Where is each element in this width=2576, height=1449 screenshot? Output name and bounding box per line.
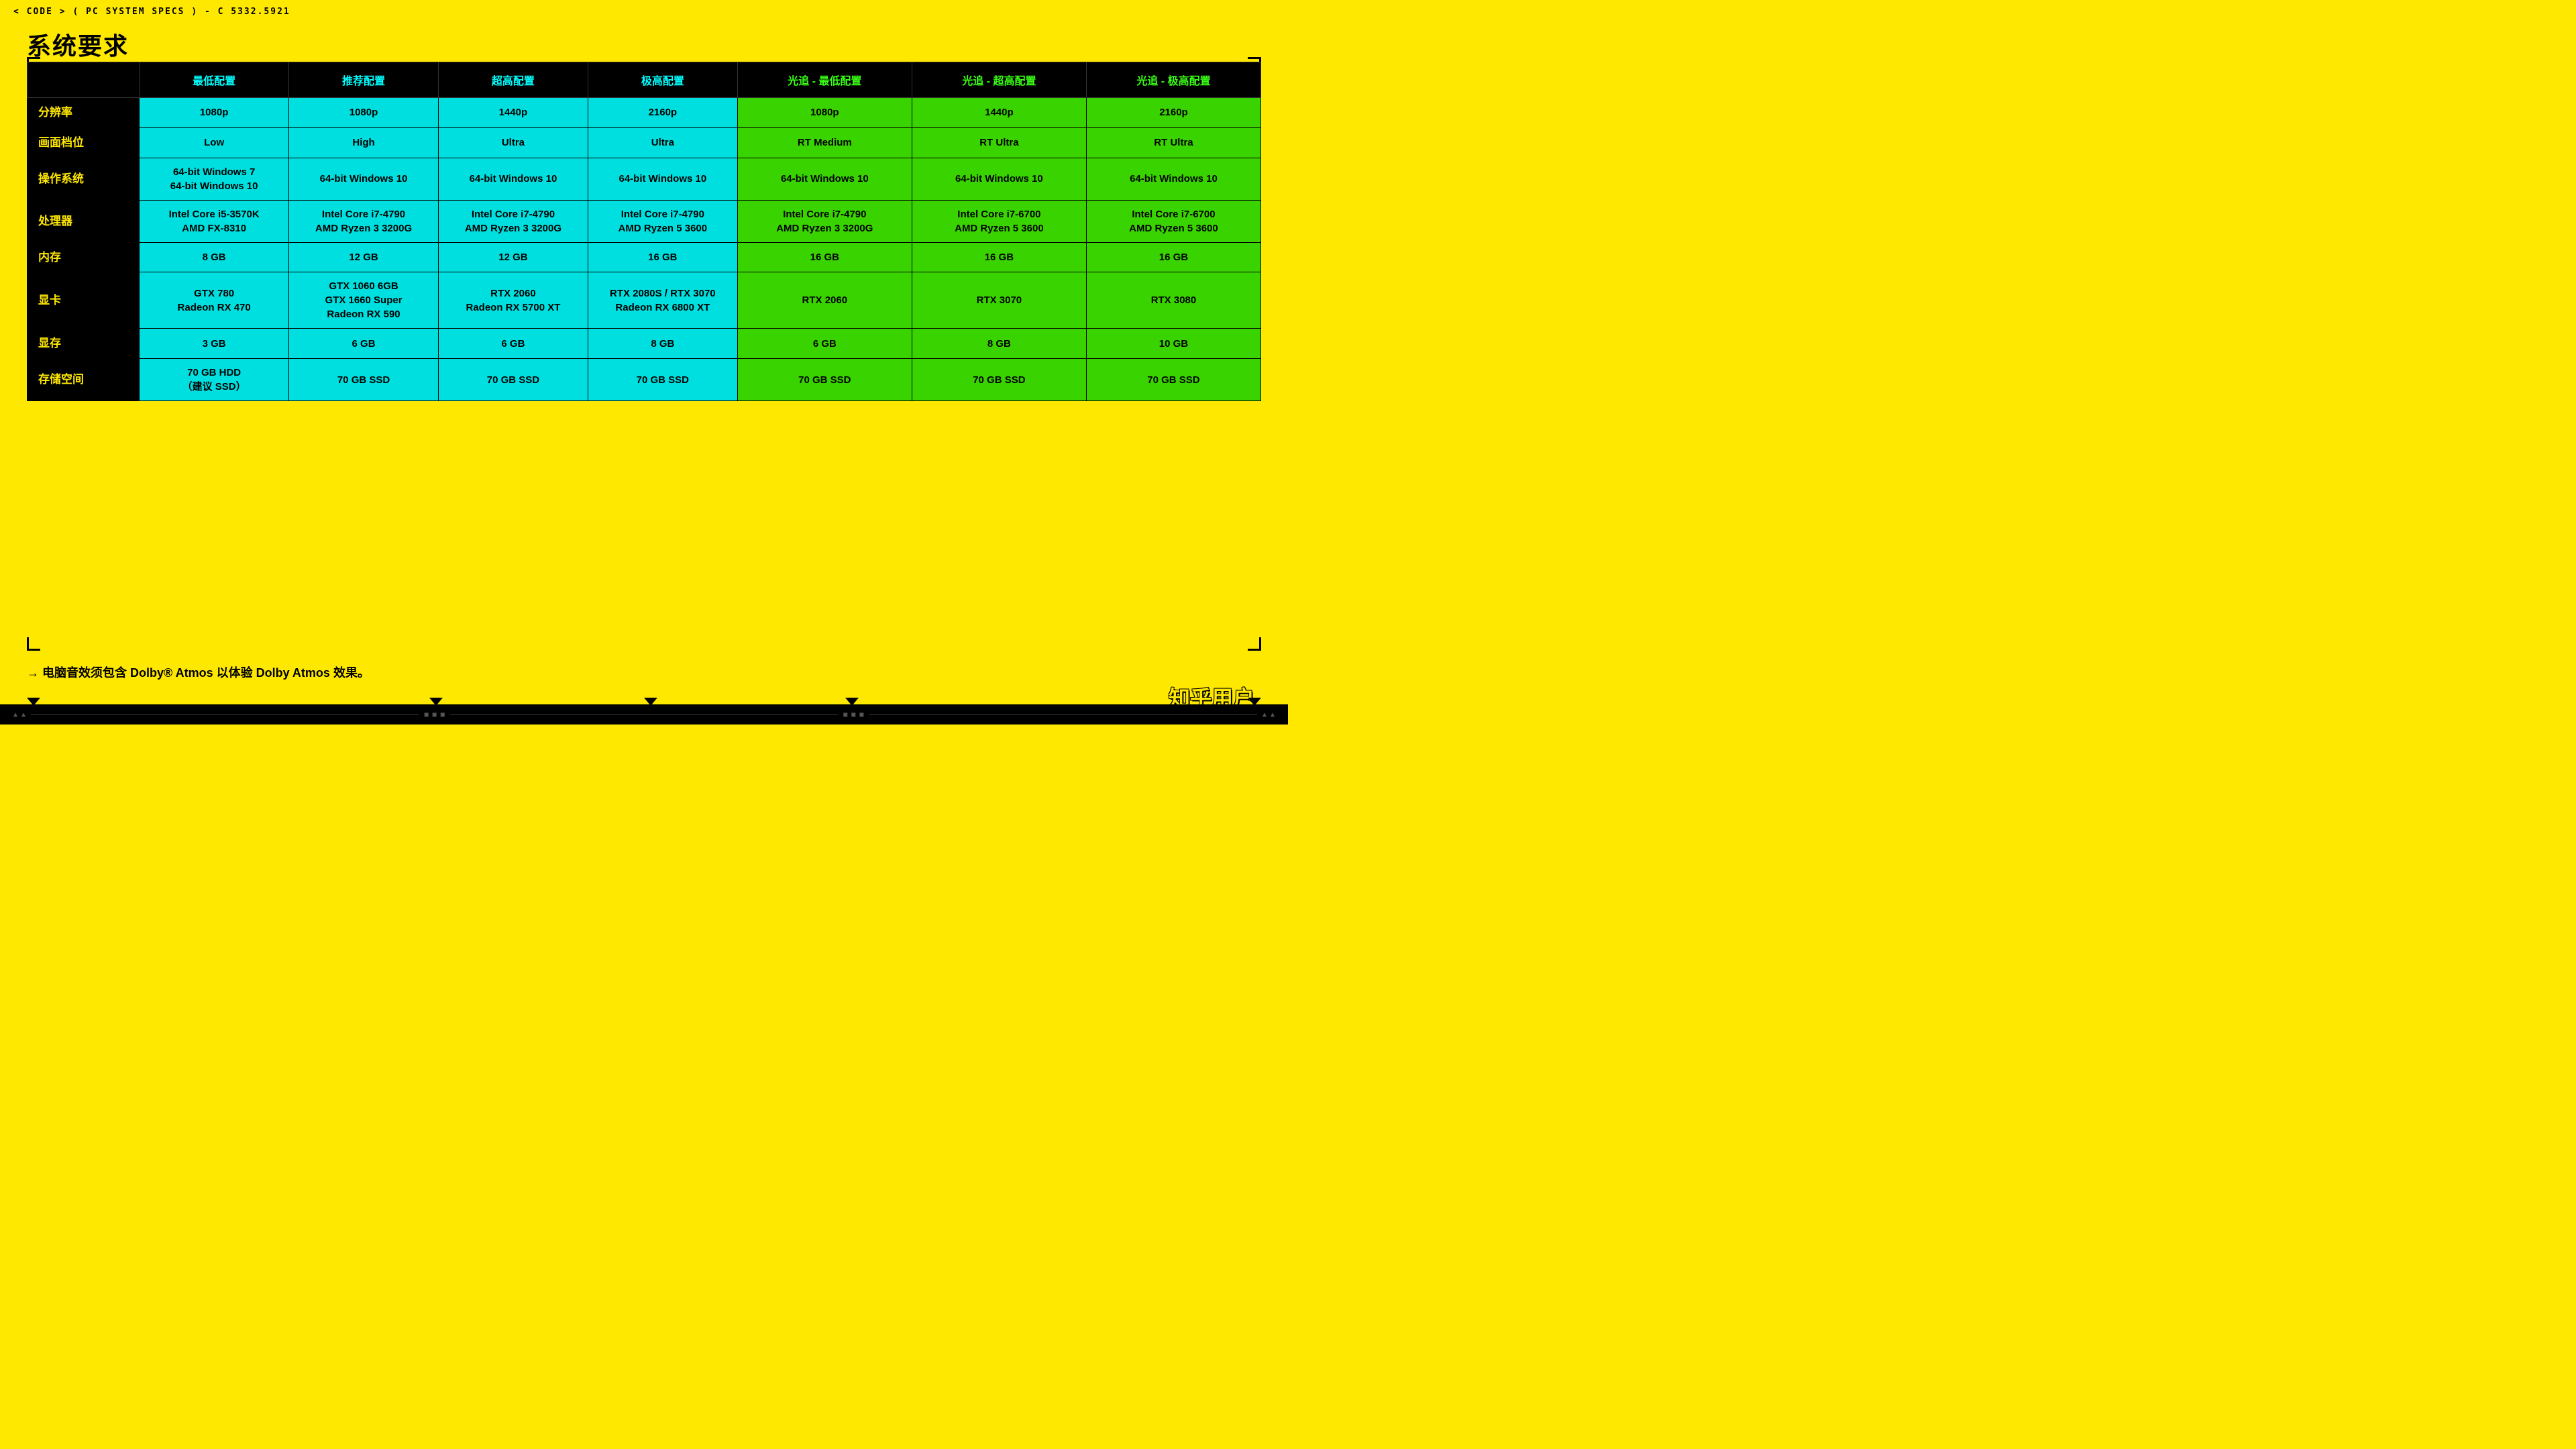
bottom-bar-text-mid2: ■ ■ ■: [843, 711, 863, 718]
col-header-rt-min: 光追 - 最低配置: [737, 62, 912, 98]
cell-r3-c1: Intel Core i7-4790AMD Ryzen 3 3200G: [289, 200, 439, 242]
bottom-bar-text-left: ▲ ▲: [13, 711, 25, 718]
col-header-recommended: 推荐配置: [289, 62, 439, 98]
row-label-7: 存储空间: [28, 359, 140, 401]
row-label-0: 分辨率: [28, 98, 140, 128]
cell-r2-c3: 64-bit Windows 10: [588, 158, 737, 200]
breadcrumb: < CODE > ( PC SYSTEM SPECS ) - C 5332.59…: [13, 7, 290, 17]
cell-r1-c3: Ultra: [588, 127, 737, 158]
row-label-5: 显卡: [28, 272, 140, 329]
cell-r2-c5: 64-bit Windows 10: [912, 158, 1086, 200]
cell-r4-c2: 12 GB: [438, 242, 588, 272]
row-label-1: 画面档位: [28, 127, 140, 158]
cell-r1-c2: Ultra: [438, 127, 588, 158]
col-header-label: [28, 62, 140, 98]
cell-r6-c4: 6 GB: [737, 329, 912, 359]
cell-r0-c1: 1080p: [289, 98, 439, 128]
cell-r6-c3: 8 GB: [588, 329, 737, 359]
cell-r2-c0: 64-bit Windows 764-bit Windows 10: [140, 158, 289, 200]
cell-r5-c1: GTX 1060 6GBGTX 1660 SuperRadeon RX 590: [289, 272, 439, 329]
cell-r0-c6: 2160p: [1086, 98, 1260, 128]
cell-r3-c3: Intel Core i7-4790AMD Ryzen 5 3600: [588, 200, 737, 242]
specs-table-container: 最低配置 推荐配置 超高配置 极高配置 光追 - 最低配置 光追 - 超高配置 …: [27, 62, 1261, 644]
cell-r1-c5: RT Ultra: [912, 127, 1086, 158]
cell-r7-c6: 70 GB SSD: [1086, 359, 1260, 401]
bottom-bar-line-3: [869, 714, 1257, 715]
row-label-2: 操作系统: [28, 158, 140, 200]
col-header-rt-ultra: 光追 - 超高配置: [912, 62, 1086, 98]
cell-r4-c5: 16 GB: [912, 242, 1086, 272]
cell-r2-c2: 64-bit Windows 10: [438, 158, 588, 200]
cell-r5-c5: RTX 3070: [912, 272, 1086, 329]
bottom-bar-text-mid1: ■ ■ ■: [425, 711, 445, 718]
cell-r6-c0: 3 GB: [140, 329, 289, 359]
cell-r6-c1: 6 GB: [289, 329, 439, 359]
cell-r0-c0: 1080p: [140, 98, 289, 128]
cell-r0-c2: 1440p: [438, 98, 588, 128]
cell-r7-c4: 70 GB SSD: [737, 359, 912, 401]
cell-r1-c4: RT Medium: [737, 127, 912, 158]
cell-r7-c3: 70 GB SSD: [588, 359, 737, 401]
cell-r2-c6: 64-bit Windows 10: [1086, 158, 1260, 200]
footnote: → 电脑音效须包含 Dolby® Atmos 以体验 Dolby Atmos 效…: [27, 663, 370, 681]
cell-r5-c4: RTX 2060: [737, 272, 912, 329]
specs-table: 最低配置 推荐配置 超高配置 极高配置 光追 - 最低配置 光追 - 超高配置 …: [27, 62, 1261, 401]
row-label-3: 处理器: [28, 200, 140, 242]
cell-r4-c4: 16 GB: [737, 242, 912, 272]
bottom-bar: ▲ ▲ ■ ■ ■ ■ ■ ■ ▲ ▲: [0, 704, 1288, 724]
col-header-rt-extreme: 光追 - 极高配置: [1086, 62, 1260, 98]
cell-r7-c0: 70 GB HDD（建议 SSD）: [140, 359, 289, 401]
cell-r2-c1: 64-bit Windows 10: [289, 158, 439, 200]
cell-r3-c5: Intel Core i7-6700AMD Ryzen 5 3600: [912, 200, 1086, 242]
cell-r7-c1: 70 GB SSD: [289, 359, 439, 401]
col-header-min: 最低配置: [140, 62, 289, 98]
bottom-bar-line-2: [450, 714, 839, 715]
cell-r3-c4: Intel Core i7-4790AMD Ryzen 3 3200G: [737, 200, 912, 242]
bottom-bar-text-right: ▲ ▲: [1263, 711, 1275, 718]
cell-r3-c0: Intel Core i5-3570KAMD FX-8310: [140, 200, 289, 242]
cell-r0-c3: 2160p: [588, 98, 737, 128]
cell-r5-c3: RTX 2080S / RTX 3070Radeon RX 6800 XT: [588, 272, 737, 329]
cell-r7-c5: 70 GB SSD: [912, 359, 1086, 401]
cell-r0-c5: 1440p: [912, 98, 1086, 128]
cell-r1-c0: Low: [140, 127, 289, 158]
cell-r1-c6: RT Ultra: [1086, 127, 1260, 158]
cell-r4-c3: 16 GB: [588, 242, 737, 272]
cell-r5-c2: RTX 2060Radeon RX 5700 XT: [438, 272, 588, 329]
col-header-extreme: 极高配置: [588, 62, 737, 98]
col-header-ultra: 超高配置: [438, 62, 588, 98]
cell-r7-c2: 70 GB SSD: [438, 359, 588, 401]
cell-r0-c4: 1080p: [737, 98, 912, 128]
cell-r4-c6: 16 GB: [1086, 242, 1260, 272]
row-label-6: 显存: [28, 329, 140, 359]
row-label-4: 内存: [28, 242, 140, 272]
cell-r5-c6: RTX 3080: [1086, 272, 1260, 329]
cell-r1-c1: High: [289, 127, 439, 158]
cell-r6-c6: 10 GB: [1086, 329, 1260, 359]
cell-r6-c5: 8 GB: [912, 329, 1086, 359]
bottom-bar-line-1: [31, 714, 419, 715]
cell-r4-c1: 12 GB: [289, 242, 439, 272]
cell-r3-c6: Intel Core i7-6700AMD Ryzen 5 3600: [1086, 200, 1260, 242]
cell-r5-c0: GTX 780Radeon RX 470: [140, 272, 289, 329]
cell-r4-c0: 8 GB: [140, 242, 289, 272]
cell-r6-c2: 6 GB: [438, 329, 588, 359]
cell-r2-c4: 64-bit Windows 10: [737, 158, 912, 200]
cell-r3-c2: Intel Core i7-4790AMD Ryzen 3 3200G: [438, 200, 588, 242]
page-title: 系统要求: [27, 27, 129, 62]
